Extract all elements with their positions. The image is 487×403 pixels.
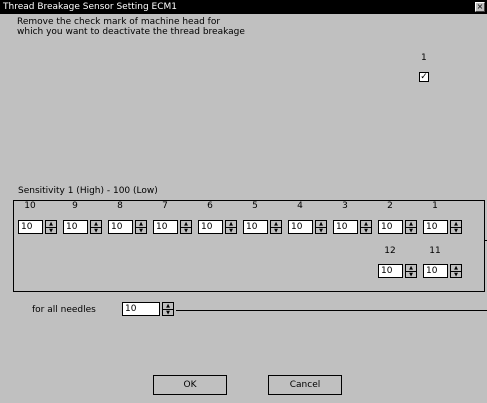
needle-value-input[interactable]: 10	[18, 220, 43, 234]
spin-down-icon[interactable]: ▼	[406, 271, 416, 278]
machine-head-label: 1	[421, 53, 427, 63]
close-icon: ×	[476, 2, 484, 11]
all-needles-spin-buttons[interactable]: ▲ ▼	[162, 302, 174, 316]
needle-label: 7	[162, 201, 168, 211]
spin-down-icon[interactable]: ▼	[226, 227, 236, 234]
needle-spinner[interactable]: 10 ▲ ▼	[243, 220, 285, 234]
needle-value-input[interactable]: 10	[423, 264, 448, 278]
needle-spinner[interactable]: 10 ▲ ▼	[288, 220, 330, 234]
all-needles-spinner[interactable]: 10 ▲ ▼	[122, 302, 174, 316]
needle-label: 3	[342, 201, 348, 211]
needle-label: 2	[387, 201, 393, 211]
spin-down-icon[interactable]: ▼	[136, 227, 146, 234]
sensitivity-group	[13, 200, 485, 292]
spin-down-icon[interactable]: ▼	[271, 227, 281, 234]
spin-down-icon[interactable]: ▼	[91, 227, 101, 234]
needle-spinner[interactable]: 10 ▲ ▼	[198, 220, 240, 234]
needle-label: 10	[24, 201, 36, 211]
spin-buttons[interactable]: ▲ ▼	[405, 264, 417, 278]
needle-label: 4	[297, 201, 303, 211]
spin-down-icon[interactable]: ▼	[163, 309, 173, 316]
spin-down-icon[interactable]: ▼	[181, 227, 191, 234]
needle-value-input[interactable]: 10	[243, 220, 268, 234]
needle-spinner[interactable]: 10 ▲ ▼	[423, 220, 465, 234]
needle-value-input[interactable]: 10	[153, 220, 178, 234]
needle-label: 1	[432, 201, 438, 211]
spin-buttons[interactable]: ▲ ▼	[315, 220, 327, 234]
all-needles-input[interactable]: 10	[122, 302, 160, 316]
needle-spinner[interactable]: 10 ▲ ▼	[333, 220, 375, 234]
needle-spinner[interactable]: 10 ▲ ▼	[378, 264, 420, 278]
needle-spinner[interactable]: 10 ▲ ▼	[108, 220, 150, 234]
all-needles-connector-line	[176, 310, 487, 311]
spin-down-icon[interactable]: ▼	[46, 227, 56, 234]
checkmark-icon: ✓	[420, 72, 428, 82]
needle-value-input[interactable]: 10	[288, 220, 313, 234]
spin-down-icon[interactable]: ▼	[406, 227, 416, 234]
needle-spinner[interactable]: 10 ▲ ▼	[153, 220, 195, 234]
needle-label: 6	[207, 201, 213, 211]
title-bar: Thread Breakage Sensor Setting ECM1 ×	[0, 0, 487, 14]
needle-spinner[interactable]: 10 ▲ ▼	[63, 220, 105, 234]
needle-label: 5	[252, 201, 258, 211]
window-title: Thread Breakage Sensor Setting ECM1	[3, 2, 177, 12]
needle-value-input[interactable]: 10	[378, 220, 403, 234]
needle-value-input[interactable]: 10	[378, 264, 403, 278]
spin-buttons[interactable]: ▲ ▼	[45, 220, 57, 234]
spin-down-icon[interactable]: ▼	[451, 271, 461, 278]
sensitivity-label: Sensitivity 1 (High) - 100 (Low)	[18, 186, 158, 196]
needle-value-input[interactable]: 10	[333, 220, 358, 234]
needle-label: 12	[384, 246, 396, 256]
needle-label: 8	[117, 201, 123, 211]
needle-value-input[interactable]: 10	[108, 220, 133, 234]
ok-button[interactable]: OK	[153, 375, 227, 395]
spin-down-icon[interactable]: ▼	[451, 227, 461, 234]
spin-buttons[interactable]: ▲ ▼	[225, 220, 237, 234]
machine-head-checkbox[interactable]: ✓	[419, 72, 429, 82]
spin-down-icon[interactable]: ▼	[316, 227, 326, 234]
spin-down-icon[interactable]: ▼	[361, 227, 371, 234]
spin-buttons[interactable]: ▲ ▼	[180, 220, 192, 234]
spin-buttons[interactable]: ▲ ▼	[360, 220, 372, 234]
spin-buttons[interactable]: ▲ ▼	[405, 220, 417, 234]
spin-buttons[interactable]: ▲ ▼	[450, 264, 462, 278]
cancel-button[interactable]: Cancel	[268, 375, 342, 395]
needle-label: 9	[72, 201, 78, 211]
needle-value-input[interactable]: 10	[198, 220, 223, 234]
instruction-text: Remove the check mark of machine head fo…	[17, 17, 245, 37]
needle-spinner[interactable]: 10 ▲ ▼	[378, 220, 420, 234]
spin-buttons[interactable]: ▲ ▼	[270, 220, 282, 234]
needle-spinner[interactable]: 10 ▲ ▼	[423, 264, 465, 278]
needle-label: 11	[429, 246, 441, 256]
spin-buttons[interactable]: ▲ ▼	[450, 220, 462, 234]
needle-value-input[interactable]: 10	[423, 220, 448, 234]
needle-spinner[interactable]: 10 ▲ ▼	[18, 220, 60, 234]
all-needles-label: for all needles	[32, 305, 96, 315]
needle-value-input[interactable]: 10	[63, 220, 88, 234]
spin-buttons[interactable]: ▲ ▼	[90, 220, 102, 234]
spin-buttons[interactable]: ▲ ▼	[135, 220, 147, 234]
close-button[interactable]: ×	[475, 2, 485, 12]
